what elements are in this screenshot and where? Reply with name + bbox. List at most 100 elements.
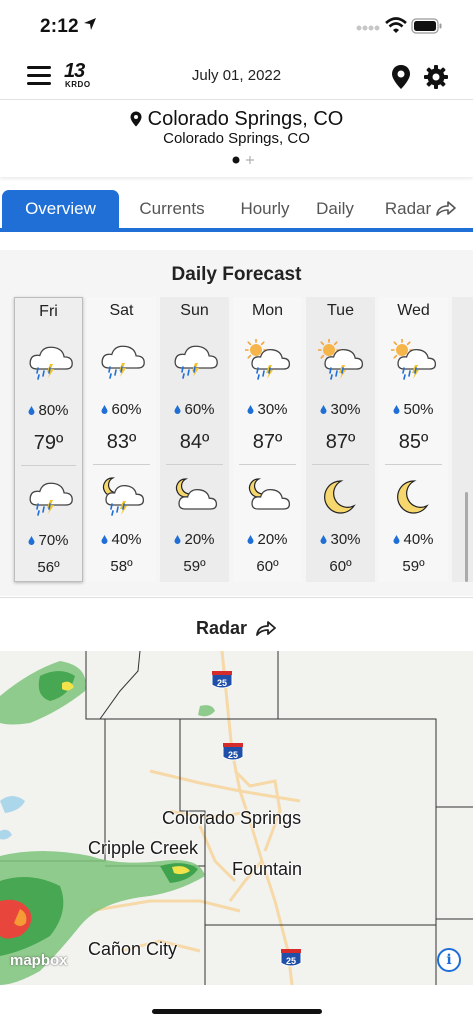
tab-radar[interactable]: Radar [374, 190, 468, 228]
day-precip-value: 60% [184, 401, 215, 418]
battery-icon [411, 18, 442, 34]
raindrop-icon [320, 535, 327, 544]
thunder-rain-icon [29, 482, 73, 516]
interstate-number: 25 [228, 750, 238, 760]
day-precip: 80% [15, 402, 82, 419]
thunder-rain-icon [101, 345, 145, 379]
day-name: Tue [327, 302, 354, 319]
location-pin-icon[interactable] [391, 64, 411, 90]
tab-hourly[interactable]: Hourly [226, 190, 304, 228]
day-name: Sat [109, 302, 134, 319]
signal-icon [356, 25, 380, 31]
status-bar: 2:12 [0, 0, 473, 52]
high-temp: 79º [33, 432, 64, 454]
city-label-fountain: Fountain [232, 859, 303, 879]
location-header[interactable]: Colorado Springs, CO Colorado Springs, C… [0, 101, 473, 177]
night-precip-value: 20% [257, 531, 288, 548]
day-precip-value: 60% [111, 401, 142, 418]
wifi-icon [385, 17, 407, 33]
night-precip-value: 30% [330, 531, 361, 548]
day-precip: 50% [379, 401, 448, 418]
thunder-rain-icon [29, 346, 73, 380]
forecast-title: Daily Forecast [171, 264, 302, 285]
night-precip-value: 40% [403, 531, 434, 548]
day-precip: 30% [306, 401, 375, 418]
day-precip-value: 50% [403, 401, 434, 418]
tab-radar-label: Radar [384, 199, 432, 218]
high-temp: 87º [325, 431, 356, 453]
sun-thunder-icon [318, 339, 364, 380]
day-column-sun[interactable]: Sun 60% 84º 20% 59º [160, 297, 229, 582]
night-precip: 40% [379, 531, 448, 548]
tab-daily[interactable]: Daily [306, 190, 364, 228]
day-column-mon[interactable]: Mon 30% 87º 20% 60º [233, 297, 302, 582]
page-indicator[interactable] [231, 153, 257, 167]
day-precip: 60% [160, 401, 229, 418]
gear-icon[interactable] [423, 64, 449, 90]
low-temp: 56º [37, 559, 60, 576]
raindrop-icon [174, 405, 181, 414]
low-temp: 59º [183, 558, 206, 575]
raindrop-icon [320, 405, 327, 414]
day-precip: 60% [87, 401, 156, 418]
moon-icon [324, 480, 356, 514]
raindrop-icon [174, 535, 181, 544]
day-column-wed[interactable]: Wed 50% 85º 40% 59º [379, 297, 448, 582]
city-label-canon-city: Cañon City [88, 939, 178, 959]
night-precip: 30% [306, 531, 375, 548]
city-label-colorado-springs: Colorado Springs [162, 808, 302, 828]
moon-cloud-icon [175, 478, 218, 510]
map-info-button[interactable]: i [437, 948, 461, 972]
radar-title-text: Radar [195, 618, 248, 638]
daily-forecast: Daily Forecast Fri 80% 79º 70% 56º Sat 60% 83º 4… [0, 250, 473, 596]
moon-thunder-icon [102, 477, 145, 516]
interstate-number: 25 [217, 678, 227, 688]
night-precip-value: 20% [184, 531, 215, 548]
divider [21, 465, 76, 466]
location-subtitle: Colorado Springs, CO [163, 130, 310, 147]
location-title: Colorado Springs, CO [0, 108, 473, 131]
status-time: 2:12 [40, 16, 79, 37]
night-precip: 40% [87, 531, 156, 548]
raindrop-icon [247, 535, 254, 544]
share-arrow-icon [256, 621, 276, 636]
high-temp: 84º [179, 431, 210, 453]
night-precip: 20% [160, 531, 229, 548]
day-precip-value: 30% [257, 401, 288, 418]
interstate-number: 25 [286, 956, 296, 966]
tab-currents[interactable]: Currents [126, 190, 218, 228]
day-name: Mon [251, 302, 284, 319]
low-temp: 59º [402, 558, 425, 575]
location-arrow-icon [84, 18, 96, 30]
divider [239, 464, 296, 465]
divider [385, 464, 442, 465]
share-arrow-icon [436, 201, 456, 216]
tab-overview[interactable]: Overview [2, 190, 119, 228]
raindrop-icon [101, 535, 108, 544]
raindrop-icon [28, 536, 35, 545]
low-temp: 58º [110, 558, 133, 575]
city-label-cripple-creek: Cripple Creek [88, 838, 199, 858]
home-indicator[interactable] [152, 1009, 322, 1014]
divider [93, 464, 150, 465]
high-temp: 85º [398, 431, 429, 453]
app-header: 13 KRDO July 01, 2022 [0, 52, 473, 100]
day-precip: 30% [233, 401, 302, 418]
night-precip: 20% [233, 531, 302, 548]
divider [312, 464, 369, 465]
next-day-peek[interactable] [452, 297, 473, 582]
day-column-fri[interactable]: Fri 80% 79º 70% 56º [14, 297, 83, 582]
mapbox-logo: mapbox [10, 952, 68, 969]
day-column-tue[interactable]: Tue 30% 87º 30% 60º [306, 297, 375, 582]
radar-map[interactable]: 25 25 25 Colorado Springs Cripple Creek … [0, 651, 473, 985]
raindrop-icon [101, 405, 108, 414]
radar-header[interactable]: Radar [0, 597, 473, 651]
low-temp: 60º [256, 558, 279, 575]
day-column-sat[interactable]: Sat 60% 83º 40% 58º [87, 297, 156, 582]
day-precip-value: 30% [330, 401, 361, 418]
tab-bar: Overview Currents Hourly Daily Radar [0, 190, 473, 232]
scrollbar[interactable] [465, 492, 468, 582]
raindrop-icon [393, 405, 400, 414]
radar-title: Radar [0, 618, 473, 639]
low-temp: 60º [329, 558, 352, 575]
